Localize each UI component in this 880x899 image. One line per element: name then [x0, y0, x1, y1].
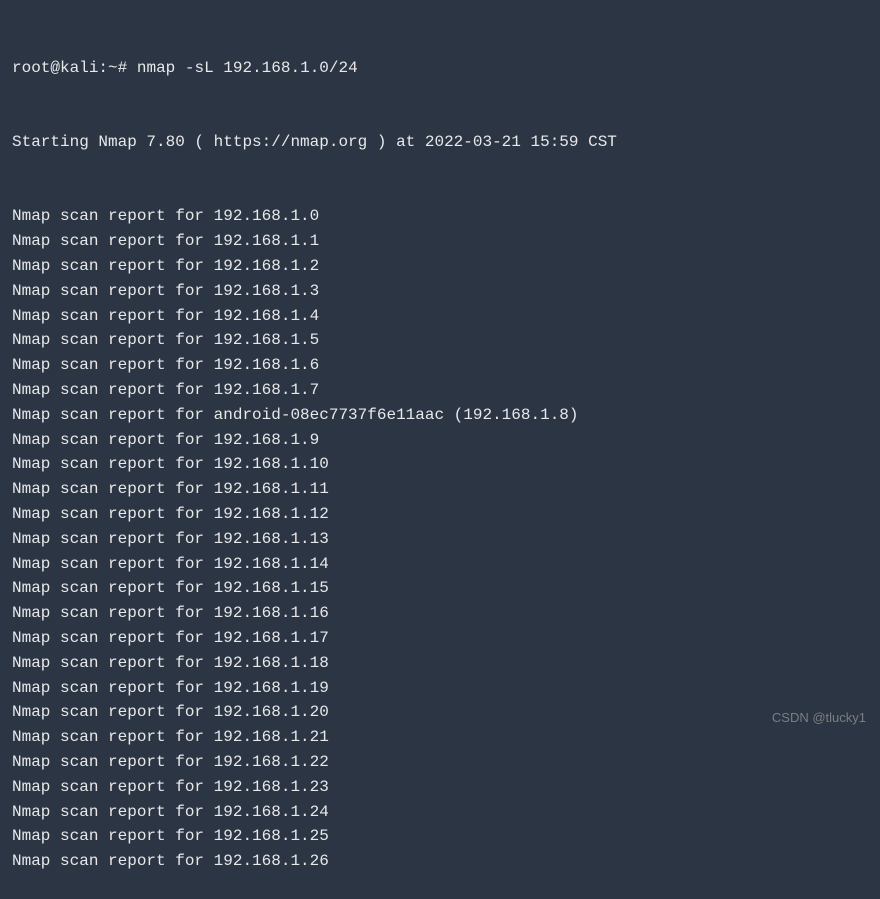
scan-result-line: Nmap scan report for 192.168.1.0 [12, 204, 868, 229]
prompt-space [127, 56, 137, 81]
prompt-colon: : [98, 56, 108, 81]
scan-result-line: Nmap scan report for 192.168.1.22 [12, 750, 868, 775]
scan-result-line: Nmap scan report for 192.168.1.2 [12, 254, 868, 279]
scan-result-line: Nmap scan report for 192.168.1.7 [12, 378, 868, 403]
scan-result-line: Nmap scan report for 192.168.1.16 [12, 601, 868, 626]
scan-result-line: Nmap scan report for 192.168.1.24 [12, 800, 868, 825]
scan-result-line: Nmap scan report for 192.168.1.12 [12, 502, 868, 527]
scan-result-line: Nmap scan report for 192.168.1.17 [12, 626, 868, 651]
current-path: ~ [108, 56, 118, 81]
scan-result-line: Nmap scan report for 192.168.1.10 [12, 452, 868, 477]
prompt-hash: # [118, 56, 128, 81]
terminal-output[interactable]: root@kali:~# nmap -sL 192.168.1.0/24 Sta… [12, 6, 868, 899]
scan-result-line: Nmap scan report for 192.168.1.4 [12, 304, 868, 329]
prompt-line: root@kali:~# nmap -sL 192.168.1.0/24 [12, 56, 868, 81]
nmap-starting-line: Starting Nmap 7.80 ( https://nmap.org ) … [12, 130, 868, 155]
scan-result-line: Nmap scan report for 192.168.1.9 [12, 428, 868, 453]
scan-result-line: Nmap scan report for 192.168.1.5 [12, 328, 868, 353]
command-text: nmap -sL 192.168.1.0/24 [137, 56, 358, 81]
scan-result-line: Nmap scan report for 192.168.1.14 [12, 552, 868, 577]
user-host: root@kali [12, 56, 98, 81]
scan-result-line: Nmap scan report for 192.168.1.3 [12, 279, 868, 304]
scan-result-line: Nmap scan report for 192.168.1.15 [12, 576, 868, 601]
scan-result-line: Nmap scan report for android-08ec7737f6e… [12, 403, 868, 428]
scan-result-line: Nmap scan report for 192.168.1.23 [12, 775, 868, 800]
watermark-text: CSDN @tlucky1 [772, 708, 866, 728]
scan-result-line: Nmap scan report for 192.168.1.13 [12, 527, 868, 552]
scan-result-line: Nmap scan report for 192.168.1.1 [12, 229, 868, 254]
scan-result-line: Nmap scan report for 192.168.1.19 [12, 676, 868, 701]
scan-result-line: Nmap scan report for 192.168.1.18 [12, 651, 868, 676]
scan-results-container: Nmap scan report for 192.168.1.0Nmap sca… [12, 204, 868, 874]
scan-result-line: Nmap scan report for 192.168.1.6 [12, 353, 868, 378]
scan-result-line: Nmap scan report for 192.168.1.25 [12, 824, 868, 849]
scan-result-line: Nmap scan report for 192.168.1.20 [12, 700, 868, 725]
scan-result-line: Nmap scan report for 192.168.1.26 [12, 849, 868, 874]
scan-result-line: Nmap scan report for 192.168.1.11 [12, 477, 868, 502]
